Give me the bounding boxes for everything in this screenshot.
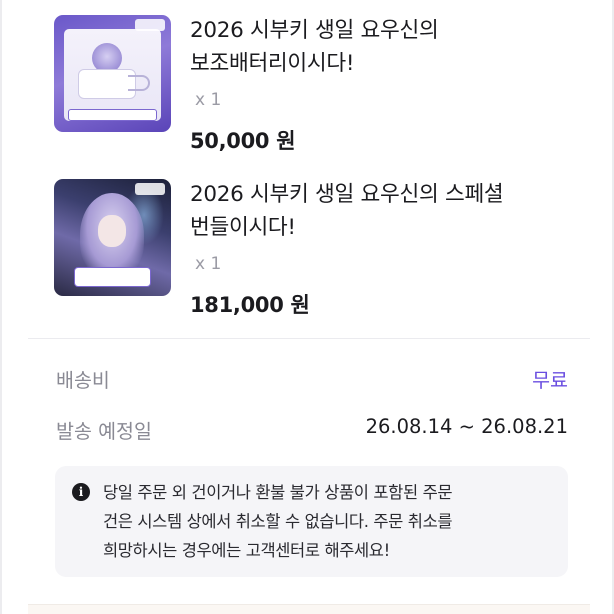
- cable-art: [128, 75, 150, 91]
- order-summary-page: 2026 시부키 생일 요우신의 보조배터리이시다! x 1 50,000 원 …: [0, 0, 614, 614]
- product-banner-art: [68, 109, 157, 121]
- ship-date-value: 26.08.14 ~ 26.08.21: [365, 415, 568, 438]
- order-item[interactable]: 2026 시부키 생일 요우신의 보조배터리이시다! x 1 50,000 원: [54, 12, 574, 172]
- character-face-art: [98, 215, 126, 247]
- shipping-fee-label: 배송비: [56, 369, 110, 392]
- notice-text: 당일 주문 외 건이거나 환불 불가 상품이 포함된 주문 건은 시스템 상에서…: [103, 483, 453, 560]
- info-icon: i: [72, 483, 90, 501]
- shipping-fee-row: 배송비 무료: [56, 364, 568, 394]
- product-thumbnail[interactable]: [54, 15, 171, 132]
- ship-date-label: 발송 예정일: [56, 420, 152, 443]
- shipping-fee-value: 무료: [532, 369, 568, 392]
- product-quantity: x 1: [195, 254, 222, 274]
- cancellation-notice: i 당일 주문 외 건이거나 환불 불가 상품이 포함된 주문 건은 시스템 상…: [55, 466, 568, 577]
- product-title[interactable]: 2026 시부키 생일 요우신의 보조배터리이시다!: [190, 14, 570, 80]
- section-divider: [28, 338, 590, 339]
- order-item[interactable]: 2026 시부키 생일 요우신의 스페셜 번들이시다! x 1 181,000 …: [54, 176, 574, 336]
- event-logo-art: [135, 19, 165, 31]
- product-price: 181,000 원: [190, 293, 310, 317]
- next-section-edge: [28, 604, 590, 614]
- product-banner-art: [74, 267, 151, 287]
- event-logo-art: [135, 183, 165, 195]
- product-price: 50,000 원: [190, 129, 296, 153]
- product-quantity: x 1: [195, 90, 222, 110]
- product-title[interactable]: 2026 시부키 생일 요우신의 스페셜 번들이시다!: [190, 178, 570, 244]
- ship-date-row: 발송 예정일 26.08.14 ~ 26.08.21: [56, 415, 568, 445]
- product-thumbnail[interactable]: [54, 179, 171, 296]
